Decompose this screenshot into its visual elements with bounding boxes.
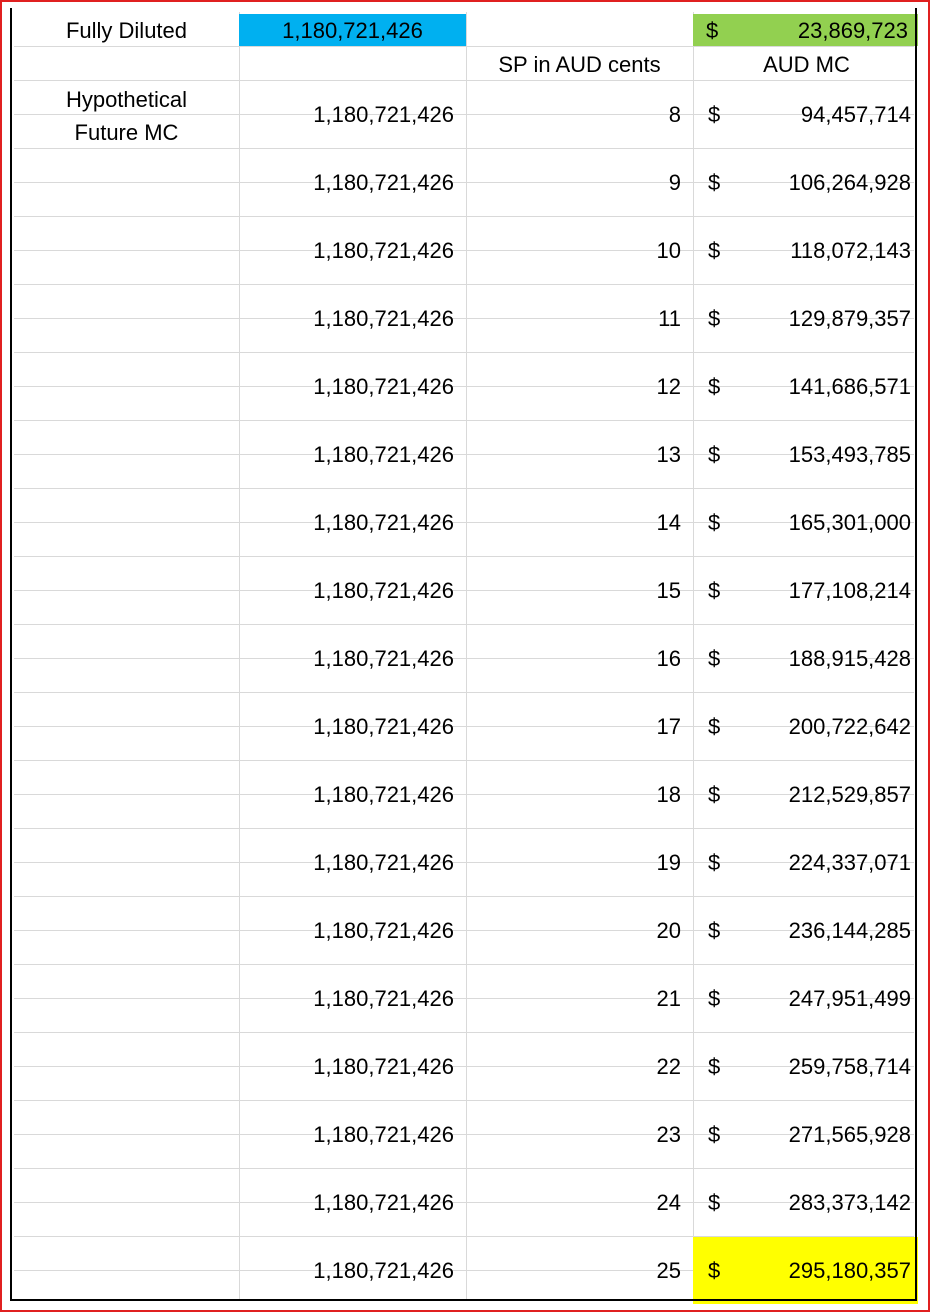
shares-cell[interactable]: 1,180,721,426 bbox=[239, 172, 454, 194]
shares-cell[interactable]: 1,180,721,426 bbox=[239, 852, 454, 874]
share-price-cell[interactable]: 16 bbox=[466, 648, 681, 670]
row-divider bbox=[14, 80, 914, 81]
section-label-line1: Hypothetical bbox=[65, 87, 188, 112]
shares-cell[interactable]: 1,180,721,426 bbox=[239, 1260, 454, 1282]
row-divider bbox=[14, 624, 914, 625]
row-divider bbox=[14, 556, 914, 557]
shares-cell[interactable]: 1,180,721,426 bbox=[239, 376, 454, 398]
shares-cell[interactable]: 1,180,721,426 bbox=[239, 716, 454, 738]
share-price-cell[interactable]: 20 bbox=[466, 920, 681, 942]
shares-cell[interactable]: 1,180,721,426 bbox=[239, 648, 454, 670]
share-price-cell[interactable]: 21 bbox=[466, 988, 681, 1010]
shares-cell[interactable]: 1,180,721,426 bbox=[239, 1192, 454, 1214]
market-cap-cell[interactable]: 165,301,000 bbox=[693, 512, 911, 534]
row-divider bbox=[14, 896, 914, 897]
share-price-cell[interactable]: 15 bbox=[466, 580, 681, 602]
share-price-cell[interactable]: 24 bbox=[466, 1192, 681, 1214]
market-cap-cell[interactable]: 141,686,571 bbox=[693, 376, 911, 398]
shares-cell[interactable]: 1,180,721,426 bbox=[239, 512, 454, 534]
row-divider bbox=[14, 828, 914, 829]
market-cap-cell[interactable]: 118,072,143 bbox=[693, 240, 911, 262]
shares-cell[interactable]: 1,180,721,426 bbox=[239, 580, 454, 602]
share-price-cell[interactable]: 9 bbox=[466, 172, 681, 194]
section-label-line2: Future MC bbox=[74, 120, 179, 145]
fully-diluted-label[interactable]: Fully Diluted bbox=[14, 14, 239, 46]
market-cap-cell[interactable]: 177,108,214 bbox=[693, 580, 911, 602]
shares-cell[interactable]: 1,180,721,426 bbox=[239, 104, 454, 126]
share-price-cell[interactable]: 23 bbox=[466, 1124, 681, 1146]
share-price-cell[interactable]: 13 bbox=[466, 444, 681, 466]
row-divider bbox=[14, 352, 914, 353]
row-divider bbox=[14, 1100, 914, 1101]
target-market-cap-cell[interactable]: 295,180,357 bbox=[693, 1260, 911, 1282]
share-price-cell[interactable]: 18 bbox=[466, 784, 681, 806]
shares-cell[interactable]: 1,180,721,426 bbox=[239, 784, 454, 806]
row-divider bbox=[14, 488, 914, 489]
row-divider bbox=[14, 420, 914, 421]
shares-cell[interactable]: 1,180,721,426 bbox=[239, 444, 454, 466]
spreadsheet: Fully Diluted 1,180,721,426 $ 23,869,723… bbox=[0, 0, 930, 1312]
fully-diluted-shares-cell[interactable]: 1,180,721,426 bbox=[239, 14, 466, 46]
share-price-cell[interactable]: 17 bbox=[466, 716, 681, 738]
market-cap-cell[interactable]: 153,493,785 bbox=[693, 444, 911, 466]
share-price-cell[interactable]: 19 bbox=[466, 852, 681, 874]
market-cap-cell[interactable]: 200,722,642 bbox=[693, 716, 911, 738]
row-divider bbox=[14, 148, 914, 149]
market-cap-cell[interactable]: 283,373,142 bbox=[693, 1192, 911, 1214]
shares-cell[interactable]: 1,180,721,426 bbox=[239, 920, 454, 942]
market-cap-cell[interactable]: 106,264,928 bbox=[693, 172, 911, 194]
row-divider bbox=[14, 284, 914, 285]
current-market-cap-value: 23,869,723 bbox=[797, 18, 908, 43]
row-divider bbox=[14, 692, 914, 693]
shares-cell[interactable]: 1,180,721,426 bbox=[239, 1056, 454, 1078]
mc-column-header[interactable]: AUD MC bbox=[693, 54, 920, 76]
market-cap-cell[interactable]: 224,337,071 bbox=[693, 852, 911, 874]
row-divider bbox=[14, 1032, 914, 1033]
share-price-cell[interactable]: 12 bbox=[466, 376, 681, 398]
sp-column-header[interactable]: SP in AUD cents bbox=[466, 54, 693, 76]
row-divider bbox=[14, 216, 914, 217]
row-divider bbox=[14, 1168, 914, 1169]
share-price-cell[interactable]: 8 bbox=[466, 104, 681, 126]
market-cap-cell[interactable]: 129,879,357 bbox=[693, 308, 911, 330]
shares-cell[interactable]: 1,180,721,426 bbox=[239, 988, 454, 1010]
market-cap-cell[interactable]: 212,529,857 bbox=[693, 784, 911, 806]
shares-cell[interactable]: 1,180,721,426 bbox=[239, 240, 454, 262]
share-price-cell[interactable]: 22 bbox=[466, 1056, 681, 1078]
market-cap-cell[interactable]: 94,457,714 bbox=[693, 104, 911, 126]
market-cap-cell[interactable]: 247,951,499 bbox=[693, 988, 911, 1010]
share-price-cell[interactable]: 25 bbox=[466, 1260, 681, 1282]
share-price-cell[interactable]: 11 bbox=[466, 308, 681, 330]
market-cap-cell[interactable]: 259,758,714 bbox=[693, 1056, 911, 1078]
market-cap-cell[interactable]: 236,144,285 bbox=[693, 920, 911, 942]
row-divider bbox=[14, 964, 914, 965]
shares-cell[interactable]: 1,180,721,426 bbox=[239, 1124, 454, 1146]
share-price-cell[interactable]: 14 bbox=[466, 512, 681, 534]
row-divider bbox=[14, 760, 914, 761]
shares-cell[interactable]: 1,180,721,426 bbox=[239, 308, 454, 330]
row-divider bbox=[14, 46, 914, 47]
market-cap-cell[interactable]: 188,915,428 bbox=[693, 648, 911, 670]
share-price-cell[interactable]: 10 bbox=[466, 240, 681, 262]
market-cap-cell[interactable]: 271,565,928 bbox=[693, 1124, 911, 1146]
hypothetical-future-mc-label[interactable]: Hypothetical Future MC bbox=[14, 83, 239, 149]
